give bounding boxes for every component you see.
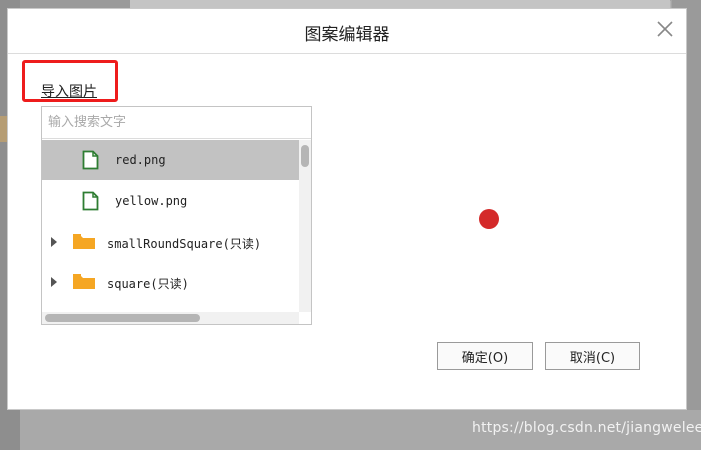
expand-arrow-icon[interactable]: [51, 237, 57, 247]
pattern-preview-dot: [479, 209, 499, 229]
cancel-button[interactable]: 取消(C): [545, 342, 640, 370]
search-input[interactable]: [42, 107, 311, 139]
expand-arrow-icon[interactable]: [51, 277, 57, 287]
file-icon: [82, 191, 99, 211]
watermark-text: https://blog.csdn.net/jiangwelee: [472, 420, 701, 436]
horizontal-scrollbar-thumb[interactable]: [45, 314, 200, 322]
file-tree-panel: red.png yellow.png smallRoundSquare(只读): [41, 106, 312, 325]
list-item-label: red.png: [115, 153, 166, 167]
dialog-title: 图案编辑器: [304, 25, 390, 45]
list-item-square-folder[interactable]: square(只读): [42, 262, 299, 302]
close-icon: [657, 21, 673, 37]
list-item-label: square(只读): [107, 277, 189, 291]
folder-icon: [73, 234, 95, 249]
close-button[interactable]: [654, 18, 676, 40]
list-item-yellow-png[interactable]: yellow.png: [42, 181, 299, 221]
list-item-label: yellow.png: [115, 194, 188, 208]
list-item-red-png[interactable]: red.png: [42, 140, 299, 180]
list-item-smallroundsquare-folder[interactable]: smallRoundSquare(只读): [42, 222, 299, 262]
vertical-scrollbar-thumb[interactable]: [301, 145, 309, 167]
dialog-header: 图案编辑器: [8, 9, 686, 54]
list-item-label: smallRoundSquare(只读): [107, 237, 262, 251]
file-icon: [82, 150, 99, 170]
pattern-editor-dialog: 图案编辑器 导入图片 red.png: [7, 8, 687, 410]
folder-icon: [73, 274, 95, 289]
file-list: red.png yellow.png smallRoundSquare(只读): [42, 140, 299, 312]
ok-button[interactable]: 确定(O): [437, 342, 533, 370]
import-image-link[interactable]: 导入图片: [41, 81, 97, 101]
